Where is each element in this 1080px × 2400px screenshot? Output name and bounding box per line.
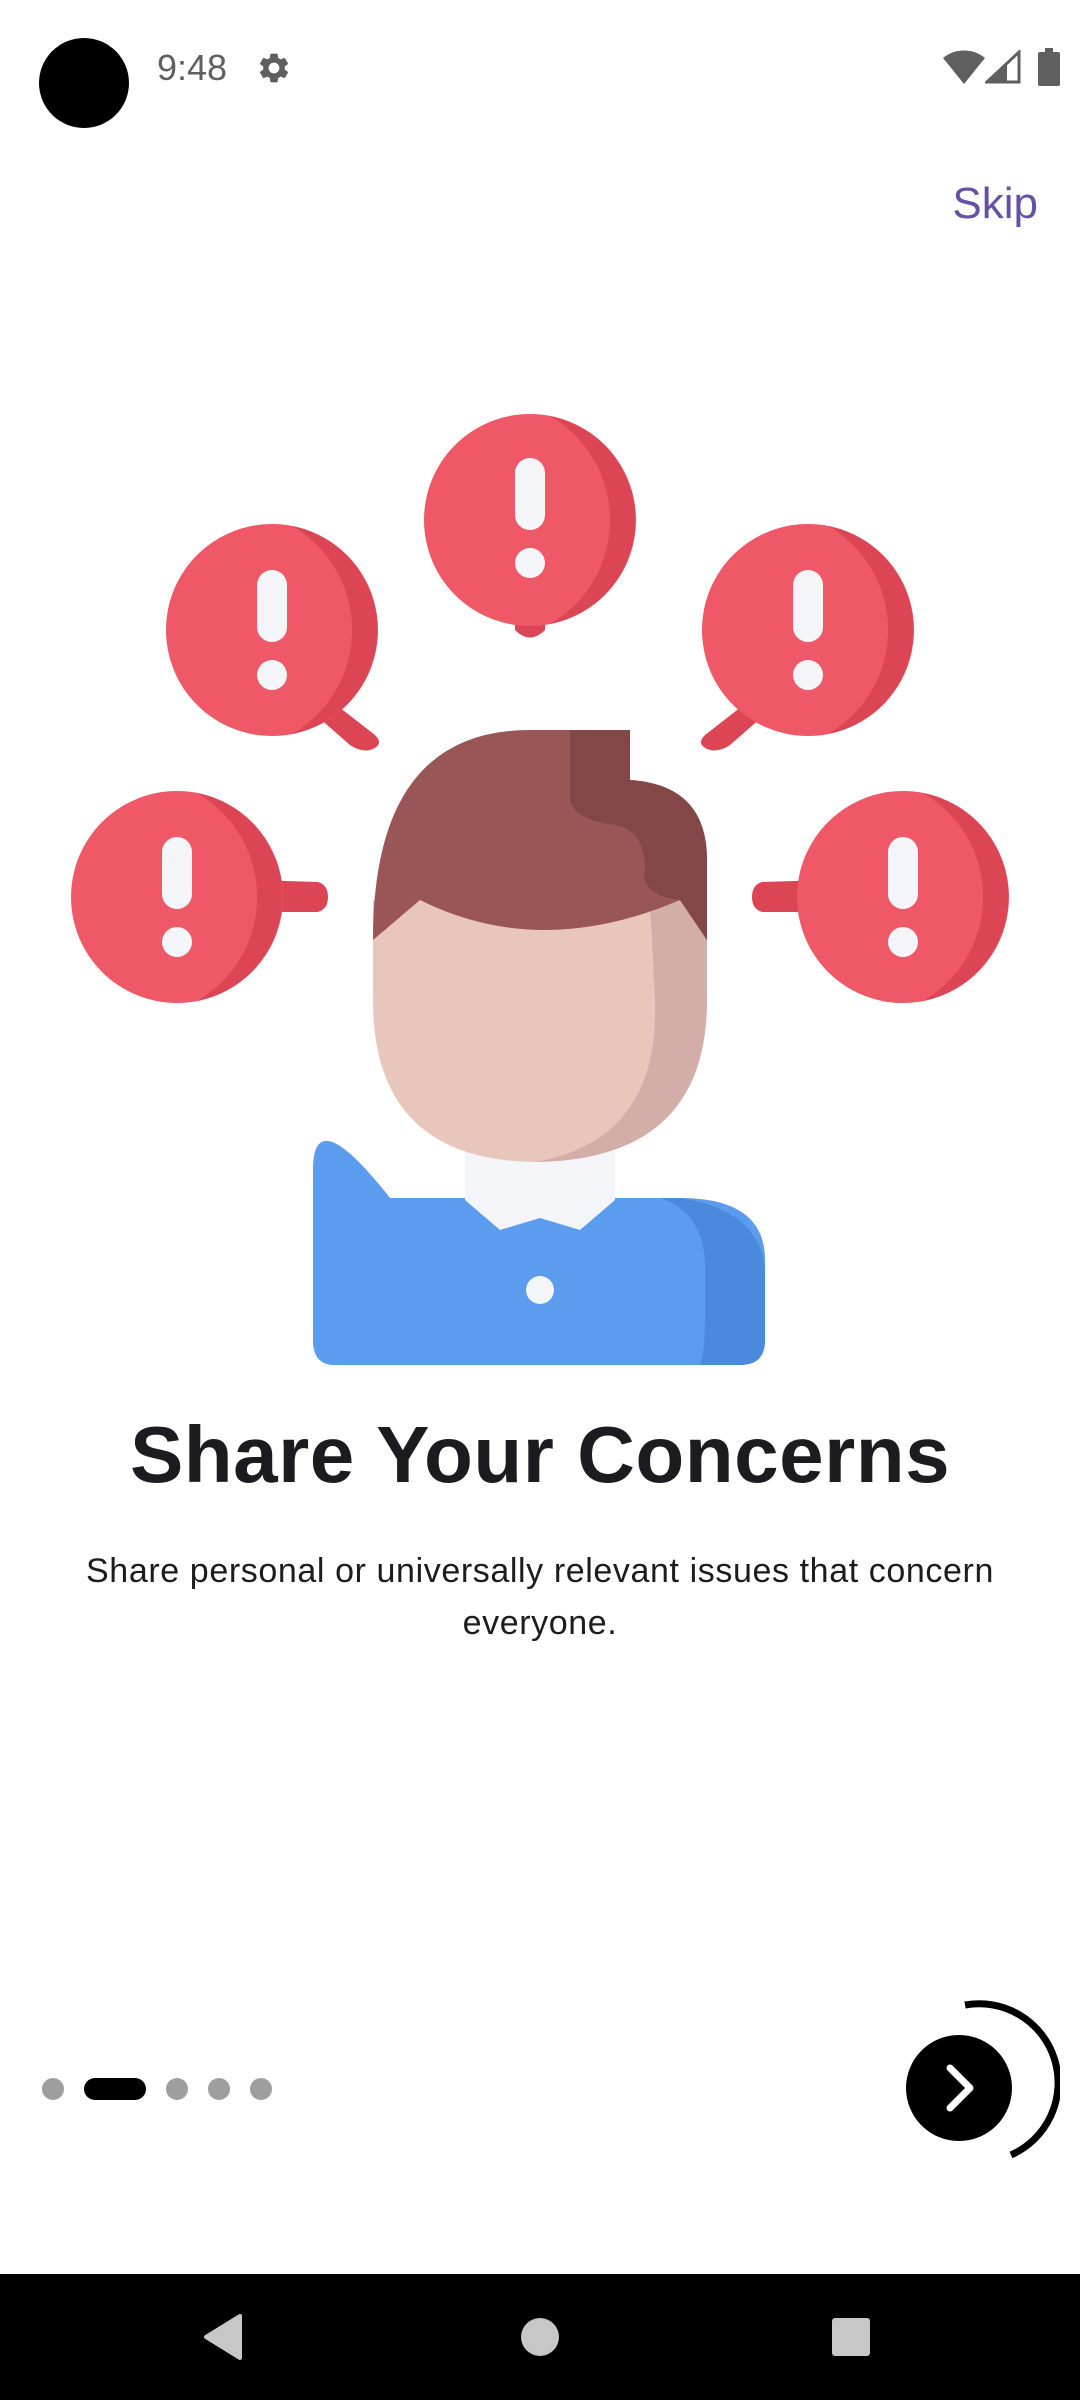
next-button-wrapper [880,1995,1060,2175]
person-with-alerts-illustration [71,414,1009,1365]
wifi-icon [943,50,985,84]
status-time: 9:48 [157,47,228,88]
system-nav-bar [0,2274,1080,2400]
alert-bubble-icon [71,791,328,1003]
settings-gear-icon [259,53,289,83]
alert-bubble-icon [424,414,636,638]
page-dot-5[interactable] [250,2078,272,2100]
camera-cutout [39,38,129,128]
back-icon[interactable] [200,2312,250,2362]
page-title: Share Your Concerns [129,1410,951,1499]
battery-icon [1038,48,1060,86]
home-icon[interactable] [515,2312,565,2362]
onboarding-screen: 9:48 Skip Share Your Concerns Share pers… [0,0,1080,2400]
person-icon [313,730,765,1365]
page-dot-3[interactable] [166,2078,188,2100]
page-dot-4[interactable] [208,2078,230,2100]
next-button[interactable] [906,2035,1012,2141]
page-indicator [42,2077,292,2101]
cellular-signal-icon [985,50,1021,84]
alert-bubble-icon [166,524,379,751]
chevron-right-icon [946,2064,974,2112]
alert-bubble-icon [701,524,914,751]
alert-bubble-icon [752,791,1009,1003]
page-description: Share personal or universally relevant i… [86,1552,994,1642]
status-bar: 9:48 [0,0,1080,140]
page-dot-2-active[interactable] [84,2078,146,2100]
skip-button[interactable]: Skip [952,176,1038,232]
recents-icon[interactable] [826,2312,876,2362]
page-dot-1[interactable] [42,2078,64,2100]
